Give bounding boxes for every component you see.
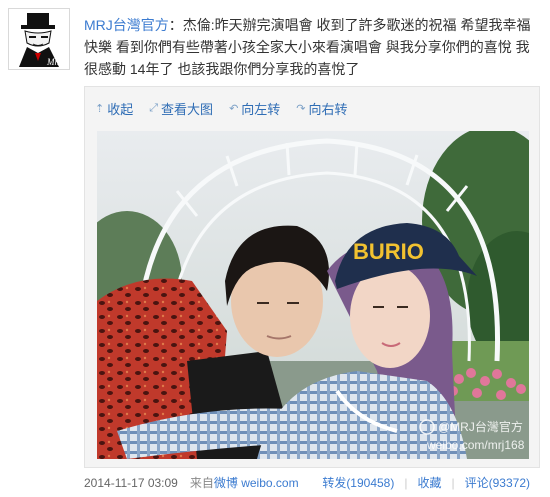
rotate-left-icon: ↶ <box>229 103 239 115</box>
photo-image: BURIO @MRJ台灣官方 weibo.com/mrj168 <box>97 131 529 459</box>
view-large-button[interactable]: ⤢ 查看大图 <box>149 99 213 118</box>
rotate-right-icon: ↷ <box>296 103 306 115</box>
zoom-icon: ⤢ <box>149 102 159 114</box>
post-text: MRJ台灣官方：杰倫:昨天辦完演唱會 收到了許多歌迷的祝福 希望我幸福快樂 看到… <box>84 14 540 80</box>
post-time[interactable]: 2014-11-17 03:09 <box>84 476 178 490</box>
post-source: 来自微博 weibo.com <box>190 474 299 491</box>
collapse-label: 收起 <box>107 102 134 117</box>
cap-text: BURIO <box>353 239 424 264</box>
post-photo[interactable]: BURIO @MRJ台灣官方 weibo.com/mrj168 <box>97 131 529 459</box>
view-large-label: 查看大图 <box>161 102 214 117</box>
rotate-left-label: 向左转 <box>241 102 281 117</box>
rotate-left-button[interactable]: ↶ 向左转 <box>229 99 280 118</box>
watermark-url: weibo.com/mrj168 <box>426 438 525 452</box>
author-link[interactable]: MRJ台灣官方 <box>84 17 169 33</box>
favorite-button[interactable]: 收藏 <box>407 474 451 491</box>
collapse-button[interactable]: ⇡ 收起 <box>95 99 133 118</box>
repost-button[interactable]: 转发(190458) <box>312 474 404 491</box>
rotate-right-button[interactable]: ↷ 向右转 <box>296 99 347 118</box>
post-footer: 2014-11-17 03:09 来自微博 weibo.com 转发(19045… <box>84 474 540 491</box>
author-colon: ： <box>168 17 183 33</box>
mrj-logo-icon: Mr.J <box>9 9 69 69</box>
rotate-right-label: 向右转 <box>308 102 348 117</box>
watermark-name: @MRJ台灣官方 <box>438 419 523 434</box>
source-prefix: 来自 <box>189 476 214 490</box>
comment-button[interactable]: 评论(93372) <box>455 474 540 491</box>
collapse-icon: ⇡ <box>95 103 105 115</box>
media-box: ⇡ 收起 ⤢ 查看大图 ↶ 向左转 ↷ 向右转 BURIO @MRJ台灣官方 w… <box>84 86 540 468</box>
avatar[interactable]: Mr.J <box>8 8 70 70</box>
svg-text:Mr.J: Mr.J <box>46 57 64 67</box>
media-toolbar: ⇡ 收起 ⤢ 查看大图 ↶ 向左转 ↷ 向右转 <box>95 99 364 118</box>
source-link[interactable]: 微博 weibo.com <box>214 476 299 490</box>
